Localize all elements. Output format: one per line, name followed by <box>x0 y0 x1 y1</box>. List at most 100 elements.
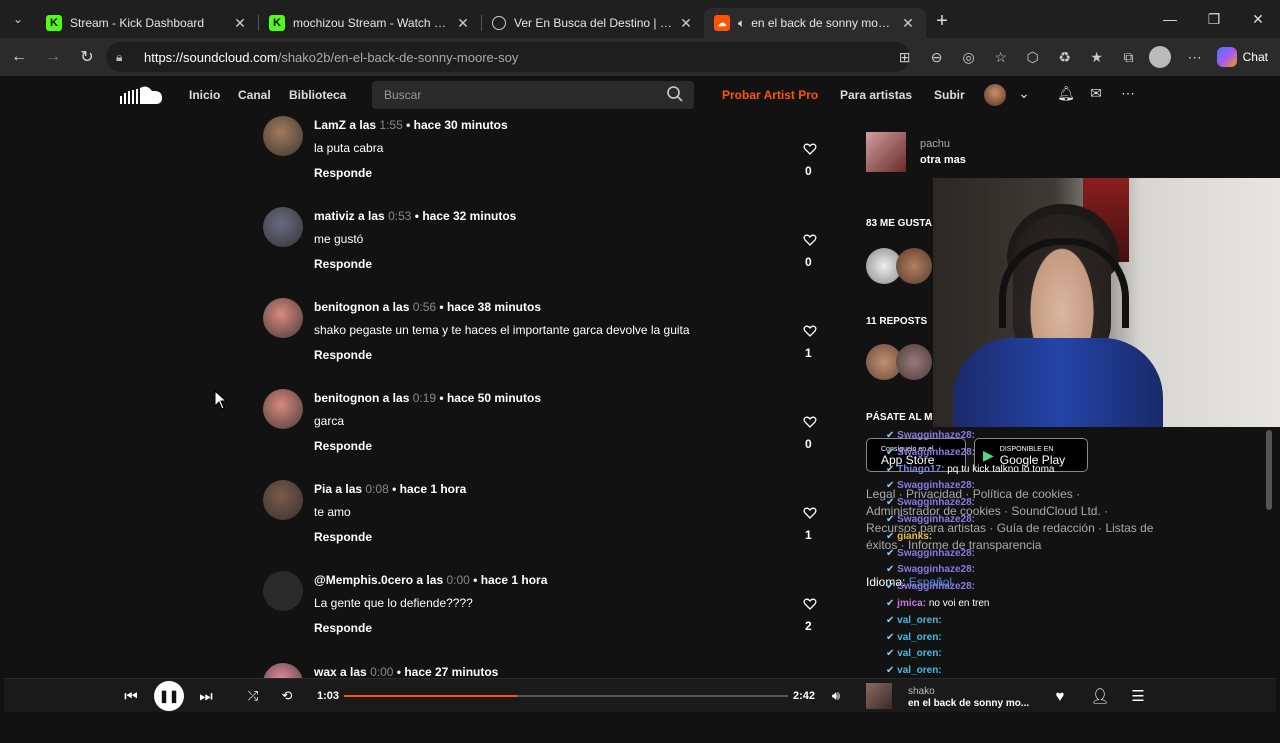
soundcloud-logo-icon[interactable] <box>120 84 164 106</box>
chat-username[interactable]: Thiago17: <box>897 464 944 475</box>
likes-count-label[interactable]: 83 ME GUSTA <box>866 218 932 229</box>
tab-ver-en-busca[interactable]: Ver En Busca del Destino | Gratis en ✕ <box>482 8 704 38</box>
reply-button[interactable]: Responde <box>314 530 372 544</box>
reader-icon[interactable]: ◎ <box>955 43 983 71</box>
reply-button[interactable]: Responde <box>314 621 372 635</box>
close-icon[interactable]: ✕ <box>232 15 248 32</box>
related-track-artwork[interactable] <box>866 132 906 172</box>
reply-button[interactable]: Responde <box>314 439 372 453</box>
heart-icon[interactable] <box>803 142 817 156</box>
commenter-avatar[interactable] <box>263 298 303 338</box>
comment-timestamp[interactable]: 0:08 <box>365 482 388 496</box>
like-heart-icon[interactable]: ♥ <box>1048 684 1072 708</box>
tab-mochizou-stream[interactable]: K mochizou Stream - Watch Live on Kick ✕ <box>259 8 481 38</box>
commenter-name[interactable]: wax <box>314 665 337 679</box>
related-track-title[interactable]: otra mas <box>920 154 966 166</box>
related-track-user[interactable]: pachu <box>920 138 950 150</box>
close-icon[interactable]: ✕ <box>678 15 694 32</box>
chat-username[interactable]: Swagginhaze28: <box>897 480 975 491</box>
more-options-icon[interactable]: ⋯ <box>1118 85 1138 105</box>
pause-button[interactable]: ❚❚ <box>154 681 184 711</box>
chat-username[interactable]: Swagginhaze28: <box>897 581 975 592</box>
reply-button[interactable]: Responde <box>314 348 372 362</box>
comment-timestamp[interactable]: 1:55 <box>379 118 402 132</box>
now-playing-artist[interactable]: shako <box>908 686 935 697</box>
chat-username[interactable]: val_oren: <box>897 615 941 626</box>
zoom-icon[interactable]: ⊖ <box>923 43 951 71</box>
apps-icon[interactable]: ⊞ <box>891 43 919 71</box>
chat-username[interactable]: Swagginhaze28: <box>897 497 975 508</box>
volume-icon[interactable]: 🔊︎ <box>824 684 848 708</box>
nav-library[interactable]: Biblioteca <box>289 88 346 102</box>
chat-username[interactable]: Swagginhaze28: <box>897 447 975 458</box>
commenter-avatar[interactable] <box>263 571 303 611</box>
speaker-icon[interactable]: 🔈︎ <box>738 16 745 31</box>
heart-icon[interactable] <box>803 506 817 520</box>
tab-actions-menu[interactable]: ⌄ <box>0 0 36 38</box>
chat-username[interactable]: Swagginhaze28: <box>897 430 975 441</box>
nav-feed[interactable]: Canal <box>238 88 271 102</box>
collections-icon[interactable]: ⧉ <box>1115 43 1143 71</box>
chat-username[interactable]: val_oren: <box>897 648 941 659</box>
reposts-count-label[interactable]: 11 REPOSTS <box>866 316 927 327</box>
shuffle-icon[interactable]: ⤮ <box>241 684 265 708</box>
commenter-avatar[interactable] <box>263 207 303 247</box>
more-icon[interactable]: ⋯ <box>1181 43 1209 71</box>
search-icon[interactable] <box>666 85 684 103</box>
reload-icon[interactable]: ↻ <box>70 41 104 73</box>
chevron-down-icon[interactable]: ⌄ <box>1014 85 1034 105</box>
commenter-name[interactable]: @Memphis.0cero <box>314 573 413 587</box>
reply-button[interactable]: Responde <box>314 166 372 180</box>
now-playing-title[interactable]: en el back de sonny mo... <box>908 698 1029 709</box>
reply-button[interactable]: Responde <box>314 257 372 271</box>
commenter-avatar[interactable] <box>263 389 303 429</box>
user-avatar[interactable] <box>984 84 1006 106</box>
chat-username[interactable]: Swagginhaze28: <box>897 564 975 575</box>
messages-icon[interactable]: ✉ <box>1086 85 1106 105</box>
lock-icon[interactable]: 🔒︎ <box>116 50 132 65</box>
chat-username[interactable]: jmica: <box>897 598 926 609</box>
for-artists-link[interactable]: Para artistas <box>840 88 912 102</box>
chat-username[interactable]: gianks: <box>897 531 932 542</box>
queue-icon[interactable]: ☰ <box>1126 684 1150 708</box>
commenter-name[interactable]: benitognon <box>314 300 379 314</box>
back-icon[interactable]: ← <box>2 41 36 73</box>
favorites-icon[interactable]: ★ <box>1083 43 1111 71</box>
close-window-icon[interactable]: ✕ <box>1236 0 1280 38</box>
try-artist-pro-link[interactable]: Probar Artist Pro <box>722 88 818 102</box>
maximize-icon[interactable]: ❐ <box>1192 0 1236 38</box>
forward-icon[interactable]: → <box>36 41 70 73</box>
extensions-icon[interactable]: ⬡ <box>1019 43 1047 71</box>
commenter-name[interactable]: LamZ <box>314 118 346 132</box>
comment-timestamp[interactable]: 0:53 <box>388 209 411 223</box>
address-bar[interactable]: 🔒︎ https://soundcloud.com/shako2b/en-el-… <box>106 42 910 72</box>
performance-icon[interactable]: ♻ <box>1051 43 1079 71</box>
comment-timestamp[interactable]: 0:00 <box>446 573 469 587</box>
previous-icon[interactable]: ⏮ <box>119 684 143 708</box>
comment-timestamp[interactable]: 0:56 <box>413 300 436 314</box>
chat-username[interactable]: Swagginhaze28: <box>897 514 975 525</box>
favorite-star-icon[interactable]: ☆ <box>987 43 1015 71</box>
commenter-avatar[interactable] <box>263 116 303 156</box>
repeat-icon[interactable]: ⟲ <box>275 684 299 708</box>
search-input[interactable]: Buscar <box>372 81 694 109</box>
nav-home[interactable]: Inicio <box>189 88 220 102</box>
now-playing-artwork[interactable] <box>866 683 892 709</box>
follow-user-icon[interactable]: 👤︎ <box>1088 684 1112 708</box>
commenter-avatar[interactable] <box>263 480 303 520</box>
heart-icon[interactable] <box>803 324 817 338</box>
tab-kick-dashboard[interactable]: K Stream - Kick Dashboard ✕ <box>36 8 258 38</box>
copilot-chat-button[interactable]: Chat <box>1216 47 1268 67</box>
profile-avatar[interactable] <box>1148 46 1171 68</box>
next-icon[interactable]: ⏭ <box>194 684 218 708</box>
heart-icon[interactable] <box>803 415 817 429</box>
commenter-name[interactable]: Pia <box>314 482 332 496</box>
liker-avatar[interactable] <box>896 248 932 284</box>
commenter-name[interactable]: mativiz <box>314 209 355 223</box>
close-icon[interactable]: ✕ <box>455 15 471 32</box>
comment-timestamp[interactable]: 0:19 <box>413 391 436 405</box>
heart-icon[interactable] <box>803 233 817 247</box>
chat-username[interactable]: val_oren: <box>897 665 941 676</box>
new-tab-button[interactable]: + <box>926 10 958 33</box>
minimize-icon[interactable]: — <box>1148 0 1192 38</box>
